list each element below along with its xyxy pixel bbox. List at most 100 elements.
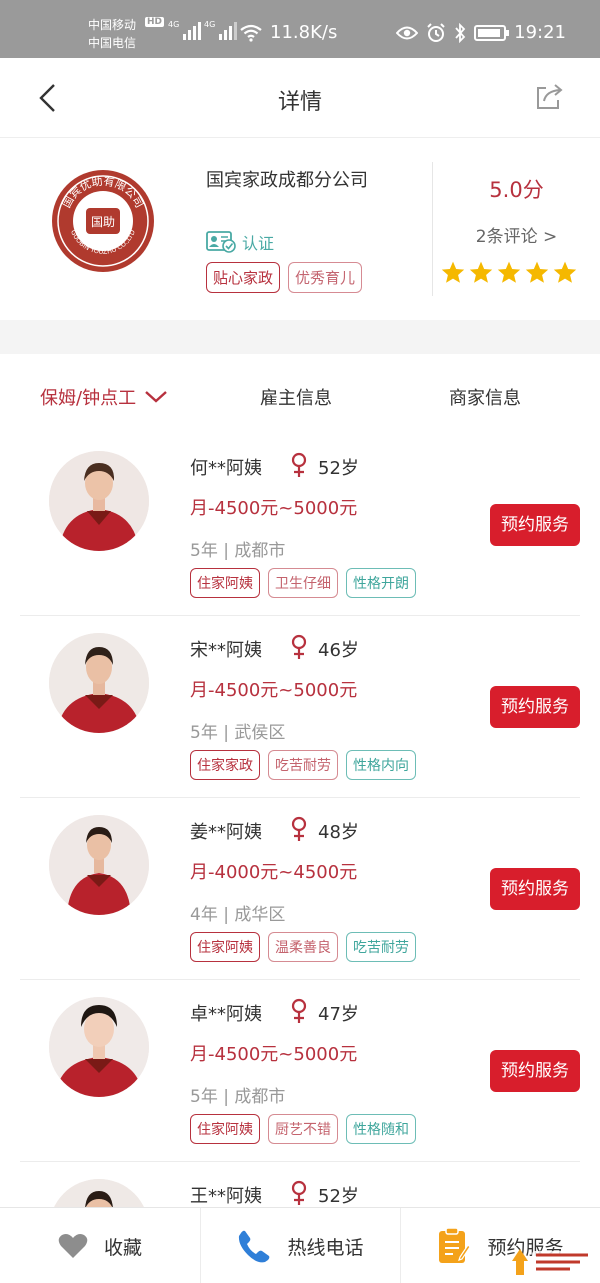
phone-icon xyxy=(239,1230,270,1263)
wifi-icon xyxy=(240,24,262,42)
tab-nanny[interactable]: 保姆/钟点工 xyxy=(40,384,168,410)
company-logo: 国宾优助有限公司 GUOBIN YOUZHU CO.,LTD 国助 xyxy=(52,170,154,272)
star-icon xyxy=(497,261,521,283)
female-icon xyxy=(291,998,307,1023)
tab-merchant[interactable]: 商家信息 xyxy=(449,384,521,410)
book-service-button[interactable]: 预约服务 xyxy=(490,686,580,728)
list-item[interactable]: 宋**阿姨 46岁 月-4500元~5000元 5年 | 武侯区 住家家政 吃苦… xyxy=(0,616,600,798)
share-icon[interactable] xyxy=(534,82,564,112)
star-icon xyxy=(553,261,577,283)
star-icon xyxy=(469,261,493,283)
worker-meta: 5年 | 成都市 xyxy=(190,541,286,561)
worker-age: 47岁 xyxy=(318,1004,359,1025)
certification: 认证 xyxy=(206,230,274,254)
worker-tags: 住家家政 吃苦耐劳 性格内向 xyxy=(190,750,416,780)
cert-icon xyxy=(206,231,236,253)
female-icon xyxy=(291,816,307,841)
avatar xyxy=(49,997,149,1097)
net-speed: 11.8K/s xyxy=(270,22,338,43)
worker-age: 48岁 xyxy=(318,822,359,843)
eye-icon xyxy=(396,26,419,39)
worker-name: 姜**阿姨 xyxy=(190,822,262,843)
worker-age: 52岁 xyxy=(318,458,359,479)
site-watermark-logo xyxy=(512,1249,592,1275)
reviews-link[interactable]: 2条评论 > xyxy=(433,222,600,247)
signal-icon: 4G xyxy=(168,20,202,40)
page-title: 详情 xyxy=(277,90,322,115)
worker-age: 46岁 xyxy=(318,640,359,661)
company-tags: 贴心家政 优秀育儿 xyxy=(206,262,363,293)
alarm-icon xyxy=(427,22,445,42)
female-icon xyxy=(291,634,307,659)
logo-mark: 国助 xyxy=(91,215,115,229)
worker-name: 宋**阿姨 xyxy=(190,640,262,661)
worker-tag: 住家阿姨 xyxy=(190,932,260,962)
worker-tag: 性格开朗 xyxy=(346,568,416,598)
star-icon xyxy=(525,261,549,283)
tab-bar: 保姆/钟点工 雇主信息 商家信息 xyxy=(0,354,600,434)
bluetooth-icon xyxy=(455,22,466,43)
worker-tags: 住家阿姨 卫生仔细 性格开朗 xyxy=(190,568,416,598)
carrier-2: 中国电信 xyxy=(88,36,137,50)
hd-badge: HD xyxy=(145,17,165,27)
worker-salary: 月-4000元~4500元 xyxy=(190,862,358,883)
chevron-down-icon xyxy=(145,391,167,403)
avatar xyxy=(49,451,149,551)
worker-tags: 住家阿姨 厨艺不错 性格随和 xyxy=(190,1114,416,1144)
tab-employer[interactable]: 雇主信息 xyxy=(260,384,332,410)
company-tag: 优秀育儿 xyxy=(288,262,363,293)
worker-name: 卓**阿姨 xyxy=(190,1004,262,1025)
bottom-bar: 收藏 热线电话 预约服务 xyxy=(0,1207,600,1283)
hotline-button[interactable]: 热线电话 xyxy=(200,1208,400,1283)
worker-age: 52岁 xyxy=(318,1186,359,1207)
rating-score: 5.0分 xyxy=(489,178,544,202)
star-icon xyxy=(441,261,465,283)
list-item[interactable]: 卓**阿姨 47岁 月-4500元~5000元 5年 | 成都市 住家阿姨 厨艺… xyxy=(0,980,600,1162)
book-service-button[interactable]: 预约服务 xyxy=(490,504,580,546)
favorite-label: 收藏 xyxy=(103,1236,142,1259)
carriers: 中国移动 中国电信 xyxy=(88,16,136,52)
female-icon xyxy=(291,1180,307,1205)
company-name: 国宾家政成都分公司 xyxy=(206,170,368,191)
worker-tag: 厨艺不错 xyxy=(268,1114,338,1144)
worker-name: 何**阿姨 xyxy=(190,458,262,479)
worker-tag: 性格内向 xyxy=(346,750,416,780)
worker-tag: 吃苦耐劳 xyxy=(346,932,416,962)
section-gap xyxy=(0,320,600,354)
worker-meta: 5年 | 成都市 xyxy=(190,1087,286,1107)
worker-name: 王**阿姨 xyxy=(190,1186,262,1207)
worker-meta: 4年 | 成华区 xyxy=(190,905,286,925)
worker-tags: 住家阿姨 温柔善良 吃苦耐劳 xyxy=(190,932,416,962)
rating-stars xyxy=(440,260,578,286)
worker-tag: 住家阿姨 xyxy=(190,1114,260,1144)
worker-tag: 温柔善良 xyxy=(268,932,338,962)
worker-salary: 月-4500元~5000元 xyxy=(190,498,358,519)
worker-tag: 卫生仔细 xyxy=(268,568,338,598)
company-tag: 贴心家政 xyxy=(206,262,281,293)
favorite-button[interactable]: 收藏 xyxy=(0,1208,200,1283)
list-item[interactable]: 姜**阿姨 48岁 月-4000元~4500元 4年 | 成华区 住家阿姨 温柔… xyxy=(0,798,600,980)
worker-salary: 月-4500元~5000元 xyxy=(190,1044,358,1065)
worker-salary: 月-4500元~5000元 xyxy=(190,680,358,701)
worker-tag: 住家家政 xyxy=(190,750,260,780)
status-right: 19:21 xyxy=(396,22,566,43)
battery-icon xyxy=(474,24,510,41)
status-bar: 中国移动 中国电信 HD 4G 4G 11.8K/s 19:21 xyxy=(0,0,600,58)
worker-list: 何**阿姨 52岁 月-4500元~5000元 5年 | 成都市 住家阿姨 卫生… xyxy=(0,434,600,1283)
carrier-1: 中国移动 xyxy=(88,18,137,32)
tab-nanny-label: 保姆/钟点工 xyxy=(40,388,137,409)
clock: 19:21 xyxy=(514,22,566,43)
company-card[interactable]: 国宾优助有限公司 GUOBIN YOUZHU CO.,LTD 国助 国宾家政成都… xyxy=(0,138,600,320)
book-service-button[interactable]: 预约服务 xyxy=(490,868,580,910)
avatar xyxy=(49,633,149,733)
hotline-label: 热线电话 xyxy=(287,1236,364,1259)
list-item[interactable]: 何**阿姨 52岁 月-4500元~5000元 5年 | 成都市 住家阿姨 卫生… xyxy=(0,434,600,616)
signal-icon-2: 4G xyxy=(204,20,238,40)
nav-bar: 详情 xyxy=(0,58,600,138)
heart-icon xyxy=(58,1234,88,1258)
avatar xyxy=(49,815,149,915)
book-service-button[interactable]: 预约服务 xyxy=(490,1050,580,1092)
cert-label: 认证 xyxy=(242,234,275,253)
worker-tag: 吃苦耐劳 xyxy=(268,750,338,780)
worker-meta: 5年 | 武侯区 xyxy=(190,723,286,743)
